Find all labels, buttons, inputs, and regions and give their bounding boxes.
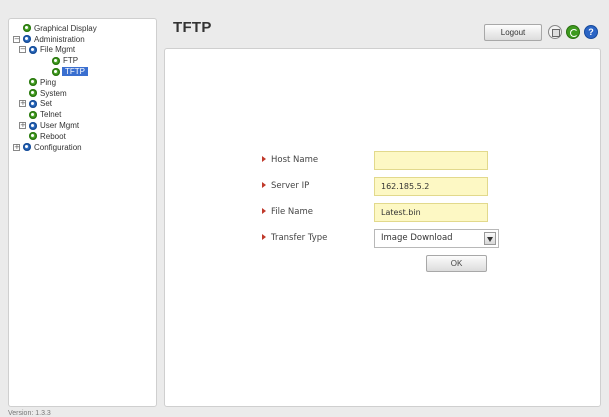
sidebar-item-administration[interactable]: − Administration [13,34,156,45]
sidebar-item-graphical-display[interactable]: Graphical Display [13,23,156,34]
host-name-field[interactable] [374,151,488,170]
sidebar-item-user-mgmt[interactable]: + User Mgmt [13,120,156,131]
server-ip-label: Server IP [262,181,309,191]
arrow-right-icon [262,181,266,188]
expand-icon[interactable]: + [19,122,26,130]
arrow-right-icon [262,233,266,240]
help-icon[interactable]: ? [584,25,598,39]
arrow-right-icon [262,207,266,214]
sidebar-item-label: Reboot [40,131,66,141]
expand-icon[interactable]: + [19,100,26,108]
expand-icon[interactable]: + [13,143,20,151]
sidebar-item-label: Configuration [34,142,82,152]
page-title: TFTP [173,19,212,36]
folder-node-icon [29,99,37,108]
tree-container: Graphical Display − Administration − File Mg… [13,23,156,153]
ok-button[interactable]: OK [426,255,487,272]
sidebar-item-label: Graphical Display [34,23,97,33]
file-name-field[interactable] [374,203,488,222]
sidebar-item-ping[interactable]: Ping [13,77,156,88]
sidebar-item-label: FTP [63,56,79,66]
file-name-label-text: File Name [271,207,314,217]
page-node-icon [29,110,37,119]
sidebar-item-tftp[interactable]: TFTP [13,66,156,77]
sidebar-item-reboot[interactable]: Reboot [13,131,156,142]
host-name-label: Host Name [262,155,318,165]
sidebar-item-telnet[interactable]: Telnet [13,109,156,120]
chevron-down-icon[interactable] [484,232,496,245]
folder-node-icon [29,121,37,130]
logout-button[interactable]: Logout [484,24,542,41]
transfer-type-label: Transfer Type [262,233,327,243]
arrow-right-icon [262,155,266,162]
transfer-type-value: Image Download [381,233,453,243]
page-node-icon [29,89,37,98]
sidebar-item-label: Administration [34,34,85,44]
server-ip-field[interactable] [374,177,488,196]
page-node-icon [52,56,60,65]
sidebar-tree: Graphical Display − Administration − File Mg… [8,18,157,407]
main-panel: Host Name Server IP File Name Transfer T… [164,48,601,407]
sidebar-item-configuration[interactable]: + Configuration [13,142,156,153]
folder-node-icon [23,35,31,44]
page-node-icon [52,67,60,76]
server-ip-label-text: Server IP [271,181,310,191]
sidebar-item-label: File Mgmt [40,45,76,55]
sidebar-item-label: TFTP [62,67,88,77]
sidebar-item-file-mgmt[interactable]: − File Mgmt [13,45,156,56]
host-name-label-text: Host Name [271,155,319,165]
sidebar-item-label: Set [40,99,53,109]
refresh-icon[interactable] [566,25,580,39]
save-icon[interactable] [548,25,562,39]
page-node-icon [29,132,37,141]
sidebar-item-label: Ping [40,77,57,87]
sidebar-item-label: System [40,88,67,98]
page-node-icon [23,24,31,33]
transfer-type-select[interactable]: Image Download [374,229,499,248]
sidebar-item-system[interactable]: System [13,88,156,99]
page-node-icon [29,78,37,87]
sidebar-item-set[interactable]: + Set [13,99,156,110]
file-name-label: File Name [262,207,313,217]
version-label: Version: 1.3.3 [8,410,51,417]
transfer-type-label-text: Transfer Type [271,233,328,243]
collapse-icon[interactable]: − [13,35,20,43]
folder-node-icon [29,45,37,54]
sidebar-item-label: User Mgmt [40,121,80,131]
sidebar-item-label: Telnet [40,110,62,120]
sidebar-item-ftp[interactable]: FTP [13,55,156,66]
collapse-icon[interactable]: − [19,46,26,54]
folder-node-icon [23,143,31,152]
